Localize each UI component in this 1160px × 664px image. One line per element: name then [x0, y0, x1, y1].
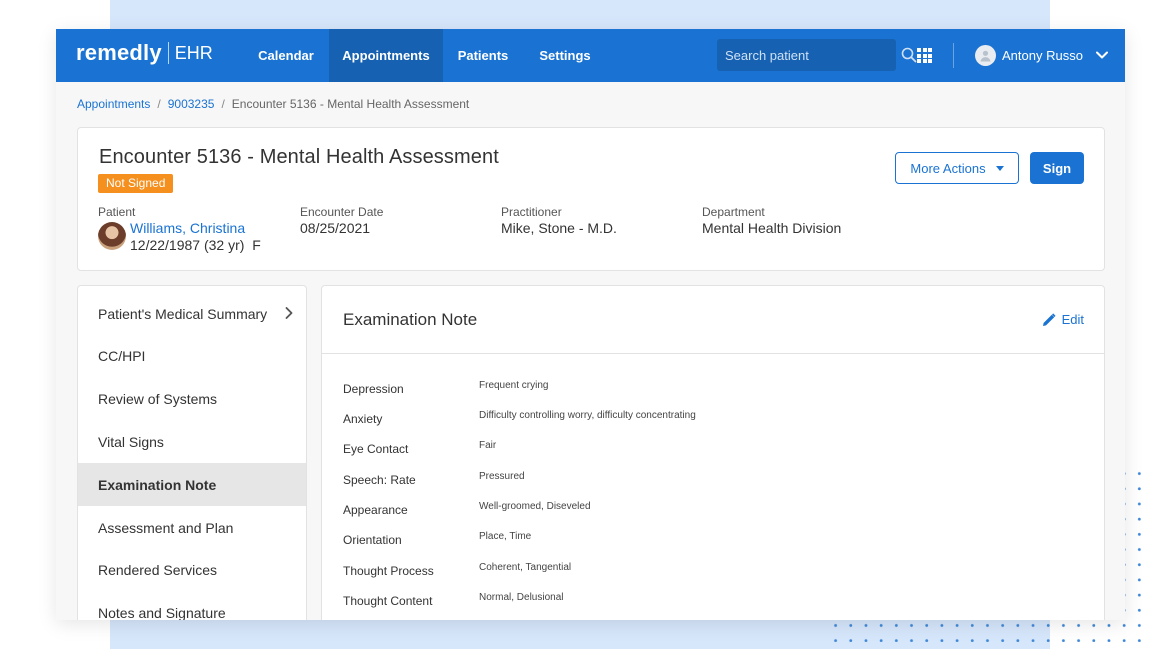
more-actions-label: More Actions [910, 160, 986, 176]
user-avatar-icon [975, 44, 996, 66]
brand-product: EHR [174, 42, 213, 63]
patient-dob-value: 12/22/1987 (32 yr) [130, 237, 245, 253]
exam-label: Thought Content [343, 594, 433, 608]
patient-label: Patient [98, 205, 136, 219]
exam-value: Well-groomed, Diseveled [479, 501, 591, 512]
brand-divider [167, 42, 169, 64]
pencil-icon [1042, 312, 1056, 326]
search-input[interactable] [725, 47, 901, 63]
sidebar-item-cc-hpi[interactable]: CC/HPI [78, 334, 306, 377]
nav-patients[interactable]: Patients [443, 29, 523, 82]
department-label: Department [702, 205, 765, 219]
edit-button[interactable]: Edit [1042, 312, 1084, 327]
sign-button[interactable]: Sign [1030, 152, 1084, 184]
sidebar-item-assessment-and-plan[interactable]: Assessment and Plan [78, 506, 306, 549]
sidebar-item-notes-and-signature[interactable]: Notes and Signature [78, 591, 306, 621]
section-divider [322, 353, 1104, 354]
brand-name: remedly [76, 40, 162, 65]
breadcrumb-current: Encounter 5136 - Mental Health Assessmen… [231, 97, 470, 111]
department-name: Mental Health Division [702, 220, 842, 236]
exam-label: Depression [343, 382, 404, 396]
exam-row-anxiety: Anxiety Difficulty controlling worry, di… [343, 410, 1083, 430]
nav-appointments[interactable]: Appointments [329, 29, 443, 82]
encounter-date: 08/25/2021 [300, 220, 371, 236]
exam-value: Frequent crying [479, 380, 549, 391]
breadcrumb: Appointments / 9003235 / Encounter 5136 … [77, 97, 469, 111]
sidebar-item-label: Vital Signs [98, 433, 164, 450]
exam-value: Pressured [479, 471, 525, 482]
status-badge: Not Signed [98, 174, 174, 193]
patient-avatar [98, 222, 126, 250]
edit-label: Edit [1061, 312, 1084, 327]
encounter-date-label: Encounter Date [300, 205, 384, 219]
exam-row-thought-process: Thought Process Coherent, Tangential [343, 562, 1083, 582]
exam-row-thought-content: Thought Content Normal, Delusional [343, 592, 1083, 612]
sidebar-item-label: Patient's Medical Summary [98, 305, 268, 322]
encounter-header-card: Encounter 5136 - Mental Health Assessmen… [77, 127, 1105, 271]
search-icon[interactable] [901, 46, 917, 64]
sidebar-item-review-of-systems[interactable]: Review of Systems [78, 377, 306, 420]
exam-label: Eye Contact [343, 442, 409, 456]
patient-name-link[interactable]: Williams, Christina [130, 220, 245, 236]
patient-sex: F [252, 237, 261, 253]
user-name: Antony Russo [1002, 47, 1083, 63]
exam-row-orientation: Orientation Place, Time [343, 531, 1083, 551]
exam-row-eye-contact: Eye Contact Fair [343, 440, 1083, 460]
sidebar-item-medical-summary[interactable]: Patient's Medical Summary [78, 292, 306, 335]
exam-label: Thought Process [343, 564, 434, 578]
chevron-right-icon [285, 307, 293, 319]
user-menu[interactable]: Antony Russo [975, 44, 1109, 66]
breadcrumb-separator: / [221, 97, 225, 111]
sidebar-item-label: Notes and Signature [98, 604, 226, 621]
exam-value: Place, Time [479, 531, 532, 542]
sidebar-item-label: Review of Systems [98, 390, 218, 407]
chevron-down-icon [1095, 48, 1109, 62]
exam-row-depression: Depression Frequent crying [343, 380, 1083, 400]
exam-value: Difficulty controlling worry, difficulty… [479, 410, 696, 421]
app-window: remedly EHR Calendar Appointments Patien… [56, 29, 1125, 620]
top-navigation-bar: remedly EHR Calendar Appointments Patien… [56, 29, 1125, 82]
patient-search [717, 39, 917, 71]
exam-value: Coherent, Tangential [479, 562, 572, 573]
nav-calendar[interactable]: Calendar [243, 29, 329, 82]
patient-dob: 12/22/1987 (32 yr) F [130, 237, 261, 253]
caret-down-icon [995, 165, 1004, 171]
exam-label: Appearance [343, 503, 408, 517]
sidebar-item-rendered-services[interactable]: Rendered Services [78, 548, 306, 591]
practitioner-label: Practitioner [501, 205, 562, 219]
exam-value: Normal, Delusional [479, 592, 564, 603]
apps-grid-icon[interactable] [917, 48, 932, 63]
sidebar-item-label: Assessment and Plan [98, 519, 234, 536]
exam-label: Orientation [343, 533, 402, 547]
examination-note-panel: Examination Note Edit Depression Frequen… [321, 285, 1105, 620]
section-navigation: Patient's Medical Summary CC/HPI Review … [77, 285, 307, 620]
sidebar-item-label: Rendered Services [98, 561, 218, 578]
exam-row-speech-rate: Speech: Rate Pressured [343, 471, 1083, 491]
exam-label: Anxiety [343, 412, 383, 426]
more-actions-button[interactable]: More Actions [895, 152, 1019, 184]
sidebar-item-label: CC/HPI [98, 347, 146, 364]
breadcrumb-separator: / [157, 97, 161, 111]
sidebar-item-label: Examination Note [98, 476, 217, 493]
sidebar-item-vital-signs[interactable]: Vital Signs [78, 420, 306, 463]
nav-settings[interactable]: Settings [523, 29, 607, 82]
breadcrumb-appointments[interactable]: Appointments [77, 97, 150, 111]
breadcrumb-patient-id[interactable]: 9003235 [168, 97, 215, 111]
section-title: Examination Note [343, 310, 478, 329]
exam-row-appearance: Appearance Well-groomed, Diseveled [343, 501, 1083, 521]
sidebar-item-examination-note[interactable]: Examination Note [78, 463, 306, 506]
page-title: Encounter 5136 - Mental Health Assessmen… [99, 146, 499, 168]
nav-divider [953, 43, 954, 68]
brand-logo[interactable]: remedly EHR [76, 40, 213, 66]
exam-label: Speech: Rate [343, 473, 416, 487]
exam-value: Fair [479, 440, 497, 451]
practitioner-name: Mike, Stone - M.D. [501, 220, 617, 236]
